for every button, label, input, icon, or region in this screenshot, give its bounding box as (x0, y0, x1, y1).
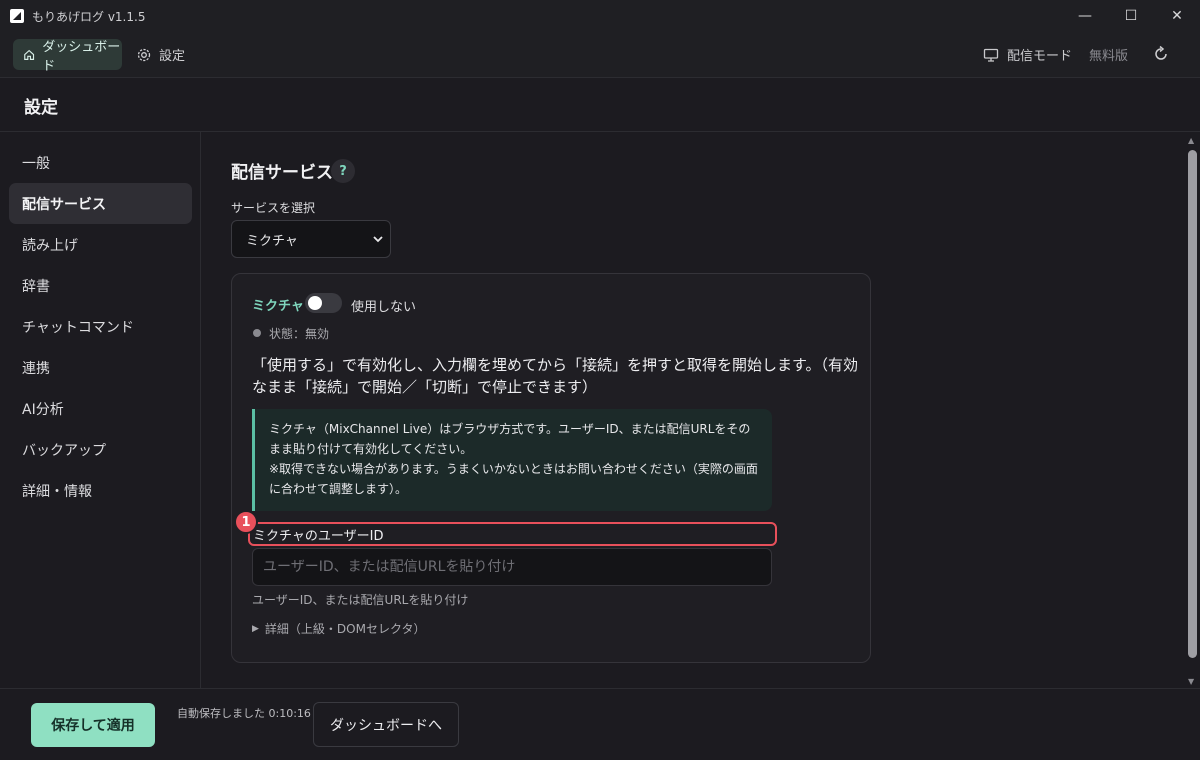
user-id-label-highlight: ミクチャのユーザーID (248, 522, 777, 546)
top-navigation: ダッシュボード 設定 配信モード 無料版 (0, 32, 1200, 78)
window-title: もりあげログ v1.1.5 (32, 9, 146, 24)
service-select-value: ミクチャ (246, 233, 298, 249)
refresh-button[interactable] (1151, 40, 1171, 68)
service-card: ミクチャ 使用しない 状態：無効 「使用する」で有効化し、入力欄を埋めてから「接… (231, 273, 871, 663)
sidebar-item-streaming-service[interactable]: 配信サービス (9, 183, 192, 224)
user-id-input[interactable] (252, 548, 772, 586)
refresh-icon (1155, 45, 1167, 60)
user-id-help-text: ユーザーID、または配信URLを貼り付け (252, 593, 469, 607)
info-line-2: ※取得できない場合があります。うまくいかないときはお問い合わせください（実際の画… (269, 462, 758, 496)
page-header: 設定 (0, 79, 1200, 132)
autosave-status: 自動保存しました 0:10:16 (177, 707, 311, 720)
service-select[interactable]: ミクチャ (231, 220, 391, 258)
stream-mode-button[interactable]: 配信モード (983, 39, 1072, 70)
go-dashboard-button[interactable]: ダッシュボードへ (313, 702, 459, 747)
sidebar-item-ai-analysis[interactable]: AI分析 (9, 388, 192, 429)
toggle-label: 使用しない (351, 300, 417, 315)
description-text: 「使用する」で有効化し、入力欄を埋めてから「接続」を押すと取得を開始します。（有… (252, 356, 859, 396)
advanced-details-label: 詳細（上級・DOMセレクタ） (264, 622, 426, 636)
chevron-down-icon (373, 236, 383, 243)
close-button[interactable]: ✕ (1154, 0, 1200, 32)
status-text: 状態：無効 (269, 327, 330, 341)
page-title: 設定 (24, 97, 58, 118)
service-select-label: サービスを選択 (231, 201, 316, 215)
sidebar-item-integration[interactable]: 連携 (9, 347, 192, 388)
main-content: 配信サービス ? サービスを選択 ミクチャ ミクチャ 使用しない 状態：無効 「… (201, 132, 1185, 688)
window-controls: — ☐ ✕ (1062, 0, 1200, 32)
triangle-right-icon: ▶ (252, 623, 259, 634)
help-button[interactable]: ? (331, 159, 355, 183)
scroll-up-icon[interactable]: ▲ (1188, 136, 1194, 145)
sidebar-item-dictionary[interactable]: 辞書 (9, 265, 192, 306)
sidebar-item-read-aloud[interactable]: 読み上げ (9, 224, 192, 265)
advanced-details-toggle[interactable]: ▶ 詳細（上級・DOMセレクタ） (252, 620, 425, 637)
nav-settings-label: 設定 (159, 49, 186, 64)
settings-sidebar: 一般 配信サービス 読み上げ 辞書 チャットコマンド 連携 AI分析 バックアッ… (0, 132, 201, 688)
gear-icon (137, 48, 151, 61)
minimize-button[interactable]: — (1062, 0, 1108, 32)
footer-bar: 保存して適用 自動保存しました 0:10:16 ダッシュボードへ (0, 688, 1200, 760)
monitor-icon (983, 48, 999, 62)
sidebar-item-backup[interactable]: バックアップ (9, 429, 192, 470)
save-apply-button[interactable]: 保存して適用 (31, 703, 155, 747)
section-title: 配信サービス (231, 163, 333, 183)
sidebar-item-general[interactable]: 一般 (9, 142, 192, 183)
nav-dashboard-button[interactable]: ダッシュボード (13, 39, 122, 74)
info-box: ミクチャ（MixChannel Live）はブラウザ方式です。ユーザーID、また… (252, 409, 772, 511)
service-name: ミクチャ (252, 299, 304, 314)
title-bar: もりあげログ v1.1.5 — ☐ ✕ (0, 0, 1200, 32)
main-scrollbar[interactable]: ▲ ▼ (1185, 132, 1200, 688)
info-line-1: ミクチャ（MixChannel Live）はブラウザ方式です。ユーザーID、また… (269, 422, 751, 456)
home-icon (24, 49, 35, 60)
nav-dashboard-label: ダッシュボード (42, 39, 121, 74)
app-logo-icon (10, 9, 24, 23)
step-marker-badge: 1 (234, 510, 258, 534)
toggle-knob (308, 296, 322, 310)
status-dot-icon (253, 329, 261, 337)
stream-mode-label: 配信モード (1007, 49, 1073, 64)
maximize-button[interactable]: ☐ (1108, 0, 1154, 32)
enable-toggle[interactable] (305, 293, 342, 313)
scroll-down-icon[interactable]: ▼ (1188, 677, 1194, 686)
nav-settings-button[interactable]: 設定 (136, 39, 185, 70)
scrollbar-thumb[interactable] (1188, 150, 1197, 658)
user-id-label: ミクチャのユーザーID (253, 528, 384, 544)
sidebar-item-chat-commands[interactable]: チャットコマンド (9, 306, 192, 347)
sidebar-item-details-info[interactable]: 詳細・情報 (9, 470, 192, 511)
plan-badge: 無料版 (1089, 49, 1129, 64)
